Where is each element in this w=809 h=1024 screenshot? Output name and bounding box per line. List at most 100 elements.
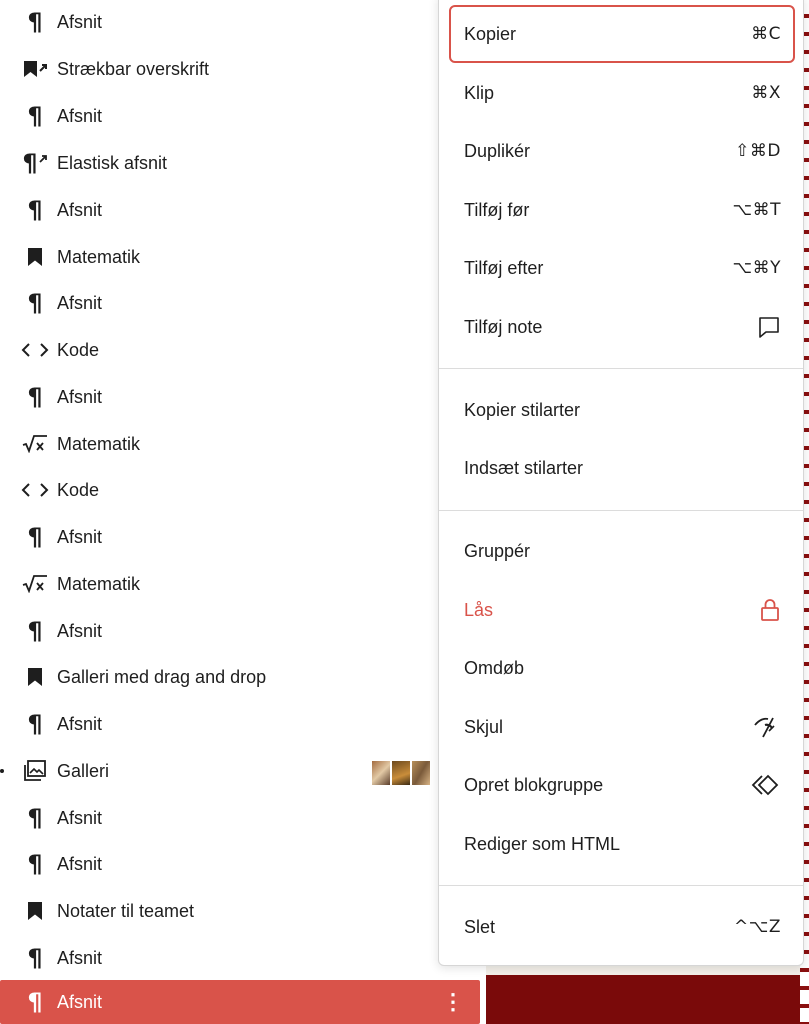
menu-item-shortcut: ^⌥Z [734, 917, 781, 937]
comment-icon [757, 315, 781, 339]
list-item[interactable]: Strækbar overskrift [0, 47, 480, 91]
menu-item-label: Slet [464, 916, 496, 937]
menu-item-edit-html[interactable]: Rediger som HTML [449, 815, 795, 873]
list-item[interactable]: ¶ Afsnit [0, 702, 480, 746]
list-item[interactable]: Matematik [0, 422, 480, 466]
code-icon [18, 328, 52, 372]
paragraph-icon: ¶ [27, 850, 43, 878]
paragraph-icon: ¶ [27, 383, 43, 411]
menu-item-label: Duplikér [464, 140, 531, 161]
list-item-label: Afsnit [57, 714, 103, 734]
menu-item-duplicate[interactable]: Duplikér ⇧⌘D [449, 122, 795, 180]
menu-item-insert-before[interactable]: Tilføj før ⌥⌘T [449, 181, 795, 239]
eye-hidden-icon [753, 715, 781, 739]
list-item-label: Matematik [57, 434, 141, 454]
list-item-label: Afsnit [57, 293, 103, 313]
gallery-thumbnails [372, 761, 430, 785]
list-item[interactable]: ¶ Afsnit [0, 515, 480, 559]
list-item[interactable]: Matematik [0, 235, 480, 279]
paragraph-icon: ¶ [27, 617, 43, 645]
menu-item-copy-styles[interactable]: Kopier stilarter [449, 381, 795, 439]
menu-item-create-pattern[interactable]: Opret blokgruppe [449, 756, 795, 814]
list-item[interactable]: ¶ Afsnit [0, 0, 480, 44]
list-item[interactable]: ¶ Afsnit [0, 94, 480, 138]
menu-item-label: Tilføj før [464, 199, 530, 220]
list-item[interactable]: ¶ Afsnit [0, 842, 480, 886]
menu-item-shortcut: ⇧⌘D [735, 141, 781, 161]
menu-item-label: Tilføj efter [464, 257, 544, 278]
menu-item-cut[interactable]: Klip ⌘X [449, 64, 795, 122]
menu-divider [439, 368, 803, 369]
list-item-label: Afsnit [57, 621, 103, 641]
math-icon [18, 562, 52, 606]
list-item[interactable]: ¶ Elastisk afsnit [0, 141, 480, 185]
paragraph-icon: ¶ [27, 804, 43, 832]
stretchy-heading-icon [18, 47, 52, 91]
list-item-label: Afsnit [57, 948, 103, 968]
options-menu-button[interactable]: ⋮ [442, 980, 464, 1024]
list-item-label: Galleri med drag and drop [57, 667, 267, 687]
editor-canvas-dark-band [486, 975, 809, 1024]
menu-divider [439, 885, 803, 886]
menu-item-label: Lås [464, 599, 494, 620]
list-item-label: Strækbar overskrift [57, 59, 210, 79]
list-item-label: Kode [57, 480, 100, 500]
list-item[interactable]: ¶ Afsnit [0, 796, 480, 840]
list-item-selected[interactable]: ¶ Afsnit ⋮ [0, 980, 480, 1024]
math-icon [18, 422, 52, 466]
list-item[interactable]: Matematik [0, 562, 480, 606]
menu-item-copy[interactable]: Kopier ⌘C [449, 5, 795, 63]
paragraph-icon: ¶ [27, 196, 43, 224]
menu-item-group[interactable]: Gruppér [449, 522, 795, 580]
list-item-label: Notater til teamet [57, 901, 195, 921]
list-item[interactable]: ¶ Afsnit [0, 188, 480, 232]
menu-item-label: Rediger som HTML [464, 833, 621, 854]
gallery-thumbnail [412, 761, 430, 785]
list-item[interactable]: ¶ Afsnit [0, 609, 480, 653]
menu-item-shortcut: ⌥⌘T [732, 200, 781, 220]
list-item[interactable]: Galleri med drag and drop [0, 655, 480, 699]
symbol-icon [751, 773, 781, 797]
bookmark-icon [18, 655, 52, 699]
menu-divider [439, 510, 803, 511]
menu-item-label: Skjul [464, 716, 504, 737]
list-item[interactable]: Kode [0, 468, 480, 512]
paragraph-icon: ¶ [27, 944, 43, 972]
menu-item-add-note[interactable]: Tilføj note [449, 298, 795, 356]
bookmark-icon [18, 889, 52, 933]
list-item[interactable]: Kode [0, 328, 480, 372]
list-item[interactable]: ¶ Afsnit [0, 281, 480, 325]
block-options-menu: Kopier ⌘C Klip ⌘X Duplikér ⇧⌘D Tilføj fø… [438, 0, 804, 966]
list-item[interactable]: ¶ Afsnit [0, 375, 480, 419]
paragraph-icon: ¶ [27, 988, 43, 1016]
list-item[interactable]: ¶ Afsnit [0, 936, 480, 980]
gallery-thumbnail [392, 761, 410, 785]
list-item-label: Afsnit [57, 200, 103, 220]
paragraph-icon: ¶ [27, 710, 43, 738]
paragraph-icon: ¶ [27, 102, 43, 130]
list-item-label: Galleri [57, 761, 110, 781]
list-item-label: Afsnit [57, 992, 103, 1012]
list-view: ¶ Afsnit Strækbar overskrift ¶ Afsnit ¶ … [0, 0, 484, 1024]
menu-item-lock[interactable]: Lås [449, 581, 795, 639]
list-item-label: Kode [57, 340, 100, 360]
list-item[interactable]: Notater til teamet [0, 889, 480, 933]
menu-item-hide[interactable]: Skjul [449, 698, 795, 756]
menu-item-rename[interactable]: Omdøb [449, 639, 795, 697]
menu-item-label: Indsæt stilarter [464, 457, 584, 478]
paragraph-icon: ¶ [27, 289, 43, 317]
list-item-label: Afsnit [57, 854, 103, 874]
menu-item-delete[interactable]: Slet ^⌥Z [449, 898, 795, 956]
bookmark-icon [18, 235, 52, 279]
stretchy-paragraph-icon: ¶ [18, 141, 52, 185]
list-item[interactable]: Galleri [0, 749, 480, 793]
tree-expander[interactable] [0, 769, 4, 773]
menu-item-label: Gruppér [464, 540, 531, 561]
menu-item-paste-styles[interactable]: Indsæt stilarter [449, 439, 795, 497]
gallery-icon [18, 749, 52, 793]
menu-item-insert-after[interactable]: Tilføj efter ⌥⌘Y [449, 239, 795, 297]
menu-item-shortcut: ⌥⌘Y [732, 258, 781, 278]
list-item-label: Matematik [57, 574, 141, 594]
list-item-label: Afsnit [57, 12, 103, 32]
paragraph-icon: ¶ [27, 523, 43, 551]
